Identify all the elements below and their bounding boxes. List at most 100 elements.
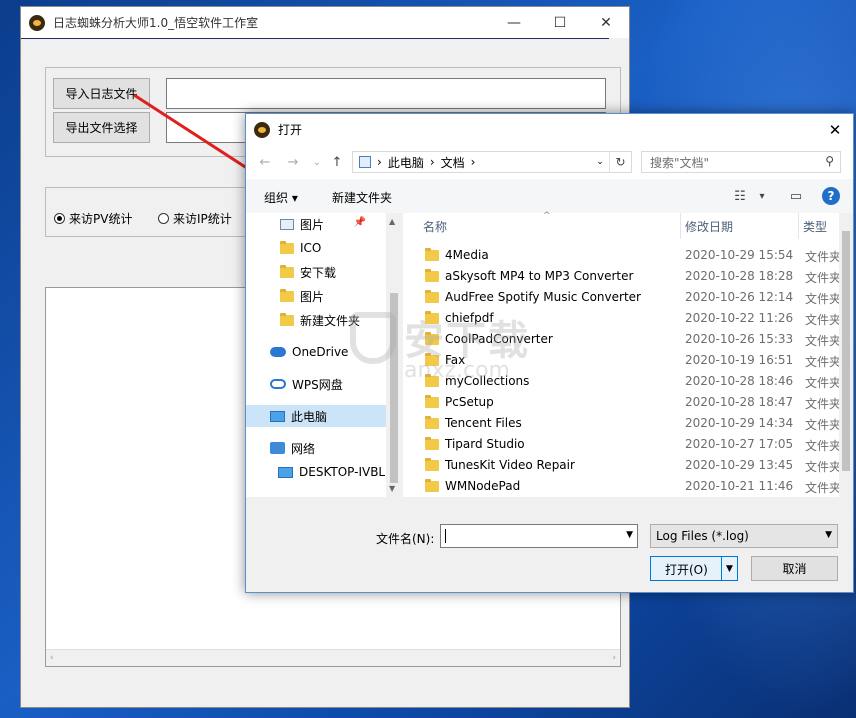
nav-item-new-folder[interactable]: 新建文件夹 bbox=[280, 309, 360, 331]
network-icon bbox=[270, 442, 285, 454]
nav-item-wps-cloud[interactable]: WPS网盘 bbox=[270, 373, 343, 395]
recent-locations-icon[interactable]: ⌄ bbox=[308, 153, 326, 171]
list-item[interactable]: 4Media 2020-10-29 15:54 文件夹 bbox=[403, 245, 841, 266]
nav-pane-scrollbar[interactable]: ▲ ▼ bbox=[386, 213, 402, 497]
list-item[interactable]: PcSetup 2020-10-28 18:47 文件夹 bbox=[403, 392, 841, 413]
list-item[interactable]: aSkysoft MP4 to MP3 Converter 2020-10-28… bbox=[403, 266, 841, 287]
horizontal-scrollbar[interactable]: ‹ › bbox=[46, 649, 620, 666]
new-folder-button[interactable]: 新建文件夹 bbox=[332, 189, 392, 206]
dialog-logo-icon bbox=[254, 121, 270, 138]
list-item[interactable]: AudFree Spotify Music Converter 2020-10-… bbox=[403, 287, 841, 308]
folder-icon bbox=[425, 310, 439, 324]
search-icon: ⚲ bbox=[825, 154, 834, 168]
folder-icon bbox=[280, 312, 294, 326]
address-separator: › bbox=[470, 155, 476, 169]
radio-pv-dot[interactable] bbox=[54, 213, 65, 224]
folder-icon bbox=[280, 264, 294, 278]
app-title: 日志蜘蛛分析大师1.0_悟空软件工作室 bbox=[53, 16, 259, 30]
app-logo-icon bbox=[29, 14, 45, 31]
folder-icon bbox=[425, 415, 439, 429]
cancel-button[interactable]: 取消 bbox=[751, 556, 838, 581]
computer-icon bbox=[278, 466, 293, 478]
view-options-icon[interactable]: ☷ bbox=[732, 188, 748, 204]
back-arrow-icon[interactable]: ← bbox=[256, 153, 274, 171]
list-item[interactable]: chiefpdf 2020-10-22 11:26 文件夹 bbox=[403, 308, 841, 329]
radio-ip-label: 来访IP统计 bbox=[173, 212, 232, 226]
nav-item-ico[interactable]: ICO bbox=[280, 237, 321, 259]
up-arrow-icon[interactable]: ↑ bbox=[328, 153, 346, 171]
dialog-title: 打开 bbox=[278, 123, 303, 137]
column-name[interactable]: 名称 ^ bbox=[403, 211, 681, 239]
folder-icon bbox=[425, 394, 439, 408]
chevron-down-icon: ▼ bbox=[825, 530, 832, 540]
list-item[interactable]: TunesKit Video Repair 2020-10-29 13:45 文… bbox=[403, 455, 841, 476]
nav-item-onedrive[interactable]: OneDrive bbox=[270, 341, 348, 363]
onedrive-icon bbox=[270, 347, 286, 357]
open-file-dialog: 打开 ✕ ← → ⌄ ↑ › 此电脑 › 文档 › ⌄ ↻ 搜索"文档" ⚲ 组… bbox=[245, 113, 854, 593]
list-item[interactable]: myCollections 2020-10-28 18:46 文件夹 bbox=[403, 371, 841, 392]
folder-icon bbox=[425, 457, 439, 471]
folder-icon bbox=[425, 289, 439, 303]
radio-ip-dot[interactable] bbox=[158, 213, 169, 224]
folder-icon bbox=[425, 268, 439, 282]
radio-ip[interactable]: 来访IP统计 bbox=[158, 210, 232, 227]
nav-scroll-thumb[interactable] bbox=[390, 293, 398, 483]
file-scroll-thumb[interactable] bbox=[842, 231, 850, 471]
folder-icon bbox=[425, 352, 439, 366]
list-item[interactable]: Fax 2020-10-19 16:51 文件夹 bbox=[403, 350, 841, 371]
close-button[interactable]: ✕ bbox=[583, 7, 629, 38]
radio-pv[interactable]: 来访PV统计 bbox=[54, 210, 132, 227]
organize-menu[interactable]: 组织 ▾ bbox=[264, 189, 298, 206]
address-bar[interactable]: › 此电脑 › 文档 › ⌄ ↻ bbox=[352, 151, 632, 173]
address-part-this-pc[interactable]: 此电脑 bbox=[388, 154, 424, 171]
title-divider bbox=[21, 38, 609, 39]
filename-dropdown-icon[interactable]: ▼ bbox=[626, 530, 633, 540]
wps-cloud-icon bbox=[270, 379, 286, 389]
list-item[interactable]: Tencent Files 2020-10-29 14:34 文件夹 bbox=[403, 413, 841, 434]
refresh-icon[interactable]: ↻ bbox=[609, 152, 631, 172]
nav-item-this-pc[interactable]: 此电脑 bbox=[246, 405, 386, 427]
text-caret bbox=[445, 529, 446, 543]
nav-item-desktop-pc[interactable]: DESKTOP-IVBL bbox=[278, 461, 386, 483]
folder-icon bbox=[425, 373, 439, 387]
preview-pane-icon[interactable]: ▭ bbox=[788, 188, 804, 204]
folder-icon bbox=[280, 288, 294, 302]
list-item[interactable]: WMNodePad 2020-10-21 11:46 文件夹 bbox=[403, 476, 841, 497]
navigation-pane: 图片 📌 ICO 安下载 图片 新建文件夹 OneDrive WPS网盘 此电脑… bbox=[246, 213, 402, 497]
nav-item-pictures-pinned[interactable]: 图片 📌 bbox=[280, 213, 386, 235]
this-pc-icon bbox=[270, 410, 285, 422]
nav-item-network[interactable]: 网络 bbox=[270, 437, 315, 459]
address-separator: › bbox=[377, 155, 382, 169]
nav-item-anxiazai[interactable]: 安下载 bbox=[280, 261, 336, 283]
radio-pv-label: 来访PV统计 bbox=[69, 212, 133, 226]
minimize-button[interactable]: — bbox=[491, 7, 537, 38]
maximize-button[interactable]: ☐ bbox=[537, 7, 583, 38]
help-icon[interactable]: ? bbox=[822, 187, 840, 205]
open-options-dropdown-icon[interactable]: ▼ bbox=[721, 557, 737, 580]
export-file-button[interactable]: 导出文件选择 bbox=[53, 112, 150, 143]
column-modified[interactable]: 修改日期 bbox=[681, 213, 799, 239]
list-item[interactable]: CoolPadConverter 2020-10-26 15:33 文件夹 bbox=[403, 329, 841, 350]
dialog-close-button[interactable]: ✕ bbox=[817, 114, 853, 145]
sort-ascending-icon: ^ bbox=[543, 211, 551, 221]
file-list-scrollbar[interactable] bbox=[839, 213, 853, 497]
filename-input[interactable]: ▼ bbox=[440, 524, 638, 548]
search-input[interactable]: 搜索"文档" ⚲ bbox=[641, 151, 841, 173]
address-dropdown-icon[interactable]: ⌄ bbox=[593, 152, 607, 172]
folder-icon bbox=[425, 247, 439, 261]
pictures-icon bbox=[280, 218, 294, 230]
import-path-field[interactable] bbox=[166, 78, 606, 109]
column-type[interactable]: 类型 bbox=[799, 213, 839, 239]
nav-item-pictures[interactable]: 图片 bbox=[280, 285, 324, 307]
file-type-select[interactable]: Log Files (*.log) ▼ bbox=[650, 524, 838, 548]
view-dropdown-icon[interactable]: ▾ bbox=[754, 188, 770, 204]
address-part-documents[interactable]: 文档 bbox=[441, 154, 465, 171]
forward-arrow-icon[interactable]: → bbox=[284, 153, 302, 171]
list-item[interactable]: Tipard Studio 2020-10-27 17:05 文件夹 bbox=[403, 434, 841, 455]
import-log-button[interactable]: 导入日志文件 bbox=[53, 78, 150, 109]
open-button[interactable]: 打开(O) ▼ bbox=[650, 556, 738, 581]
folder-icon bbox=[425, 478, 439, 492]
app-titlebar: 日志蜘蛛分析大师1.0_悟空软件工作室 — ☐ ✕ bbox=[21, 7, 629, 38]
dialog-footer: 文件名(N): ▼ Log Files (*.log) ▼ 打开(O) ▼ 取消 bbox=[246, 497, 853, 592]
navigation-bar: ← → ⌄ ↑ › 此电脑 › 文档 › ⌄ ↻ 搜索"文档" ⚲ bbox=[246, 145, 853, 179]
